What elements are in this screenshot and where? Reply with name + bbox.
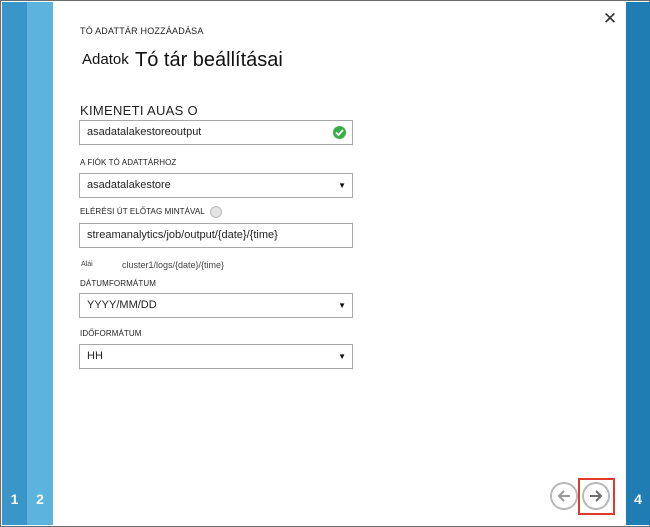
page-title: Tó tár beállításai bbox=[135, 49, 283, 71]
date-format-label: DÁTUMFORMÁTUM bbox=[80, 279, 156, 288]
check-circle-icon bbox=[333, 126, 346, 139]
arrow-left-icon bbox=[557, 490, 570, 502]
arrow-right-icon bbox=[590, 490, 603, 502]
date-format-value: YYYY/MM/DD bbox=[87, 299, 157, 311]
step-4-tab[interactable]: 4 bbox=[626, 2, 650, 525]
time-format-select[interactable]: HH ▼ bbox=[79, 344, 353, 369]
step-1-number: 1 bbox=[10, 491, 19, 507]
chevron-down-icon: ▼ bbox=[338, 352, 346, 361]
time-format-value: HH bbox=[87, 350, 103, 362]
account-value: asadatalakestore bbox=[87, 179, 171, 191]
example-prefix: Alái bbox=[81, 261, 93, 268]
close-icon[interactable]: ✕ bbox=[601, 10, 619, 28]
output-alias-label: KIMENETI AUAS O bbox=[80, 103, 198, 118]
path-prefix-input[interactable]: streamanalytics/job/output/{date}/{time} bbox=[79, 223, 353, 248]
path-prefix-label: ELÉRÉSI ÚT ELŐTAG MINTÁVAL bbox=[80, 207, 205, 216]
chevron-down-icon: ▼ bbox=[338, 181, 346, 190]
previous-button[interactable] bbox=[550, 482, 578, 510]
date-format-select[interactable]: YYYY/MM/DD ▼ bbox=[79, 293, 353, 318]
wizard-title: TÓ ADATTÁR HOZZÁADÁSA bbox=[80, 26, 204, 36]
step-1-tab[interactable]: 1 bbox=[2, 2, 27, 525]
path-prefix-value: streamanalytics/job/output/{date}/{time} bbox=[87, 229, 278, 241]
wizard-dialog: 1 2 4 ✕ TÓ ADATTÁR HOZZÁADÁSA Adatok Tó … bbox=[0, 0, 650, 527]
heading-prefix: Adatok bbox=[82, 51, 129, 68]
chevron-down-icon: ▼ bbox=[338, 301, 346, 310]
step-2-tab[interactable]: 2 bbox=[27, 2, 53, 525]
step-2-number: 2 bbox=[36, 491, 44, 507]
account-label: A FIÓK TÓ ADATTÁRHOZ bbox=[80, 158, 177, 167]
time-format-label: IDŐFORMÁTUM bbox=[80, 329, 142, 338]
output-alias-value: asadatalakestoreoutput bbox=[87, 126, 202, 138]
account-select[interactable]: asadatalakestore ▼ bbox=[79, 173, 353, 198]
info-icon[interactable] bbox=[210, 206, 222, 218]
step-4-number: 4 bbox=[634, 491, 642, 507]
next-button[interactable] bbox=[582, 482, 610, 510]
example-value: cluster1/logs/{date}/{time} bbox=[122, 260, 225, 270]
output-alias-input[interactable]: asadatalakestoreoutput bbox=[79, 120, 353, 145]
